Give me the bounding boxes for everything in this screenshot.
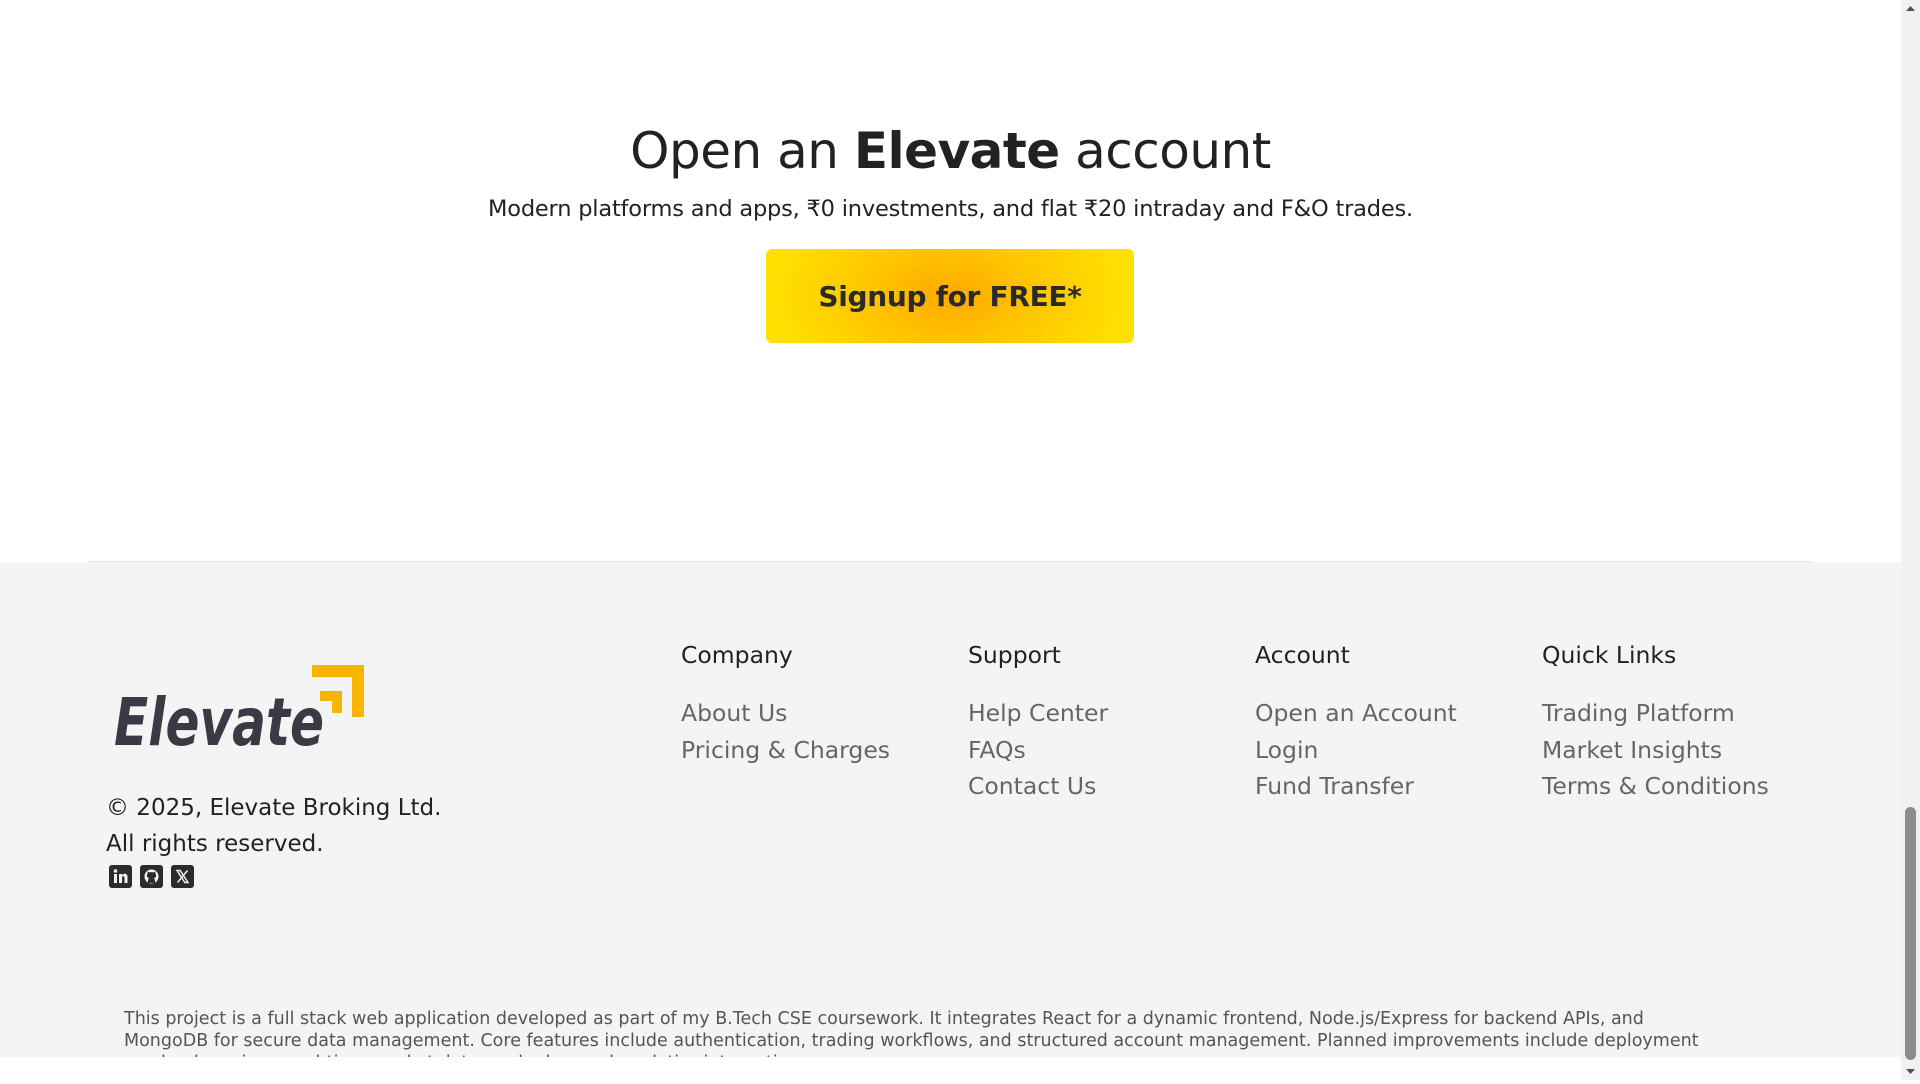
rights-line: All rights reserved. (106, 831, 324, 857)
linkedin-icon[interactable] (109, 865, 132, 888)
cta-section: Open an Elevate account Modern platforms… (0, 0, 1901, 561)
column-heading: Company (681, 641, 793, 669)
footer-link-about-us[interactable]: About Us (681, 695, 890, 732)
cta-title-suffix: account (1075, 122, 1271, 180)
cta-title: Open an Elevate account (0, 118, 1901, 184)
cta-subtitle: Modern platforms and apps, ₹0 investment… (488, 196, 1413, 222)
footer-link-terms[interactable]: Terms & Conditions (1542, 768, 1769, 805)
x-icon[interactable] (171, 865, 194, 888)
column-heading: Quick Links (1542, 641, 1677, 669)
footer-link-faqs[interactable]: FAQs (968, 732, 1108, 769)
footer-link-login[interactable]: Login (1255, 732, 1457, 769)
footer-column-company: Company About Us Pricing & Charges (681, 638, 890, 768)
page-bottom-strip (0, 1057, 1901, 1080)
page: Open an Elevate account Modern platforms… (0, 0, 1901, 1080)
cta-title-prefix: Open an (630, 122, 839, 180)
footer-column-support: Support Help Center FAQs Contact Us (968, 638, 1108, 805)
footer-link-trading-platform[interactable]: Trading Platform (1542, 695, 1769, 732)
scroll-up-arrow-icon[interactable] (1901, 0, 1920, 17)
cta-title-brand: Elevate (853, 122, 1060, 180)
footer-column-quick-links: Quick Links Trading Platform Market Insi… (1542, 638, 1769, 805)
logo-wordmark: Elevate (114, 684, 324, 761)
copyright: © 2025, Elevate Broking Ltd. All rights … (106, 790, 441, 862)
social-links (109, 865, 194, 888)
vertical-scrollbar[interactable] (1901, 0, 1920, 1080)
footer-link-fund-transfer[interactable]: Fund Transfer (1255, 768, 1457, 805)
copyright-line: © 2025, Elevate Broking Ltd. (106, 795, 442, 821)
footer-link-open-account[interactable]: Open an Account (1255, 695, 1457, 732)
scroll-down-arrow-icon[interactable] (1901, 1063, 1920, 1080)
column-heading: Support (968, 641, 1061, 669)
footer-link-market-insights[interactable]: Market Insights (1542, 732, 1769, 769)
scrollbar-thumb[interactable] (1905, 807, 1916, 1060)
column-heading: Account (1255, 641, 1350, 669)
github-icon[interactable] (140, 865, 163, 888)
elevate-logo[interactable]: Elevate (112, 657, 367, 762)
footer: Elevate © 2025, Elevate Broking Ltd. All… (0, 562, 1901, 1073)
footer-link-contact-us[interactable]: Contact Us (968, 768, 1108, 805)
footer-link-pricing[interactable]: Pricing & Charges (681, 732, 890, 769)
footer-link-help-center[interactable]: Help Center (968, 695, 1108, 732)
footer-column-account: Account Open an Account Login Fund Trans… (1255, 638, 1457, 805)
signup-button[interactable]: Signup for FREE* (766, 249, 1134, 343)
